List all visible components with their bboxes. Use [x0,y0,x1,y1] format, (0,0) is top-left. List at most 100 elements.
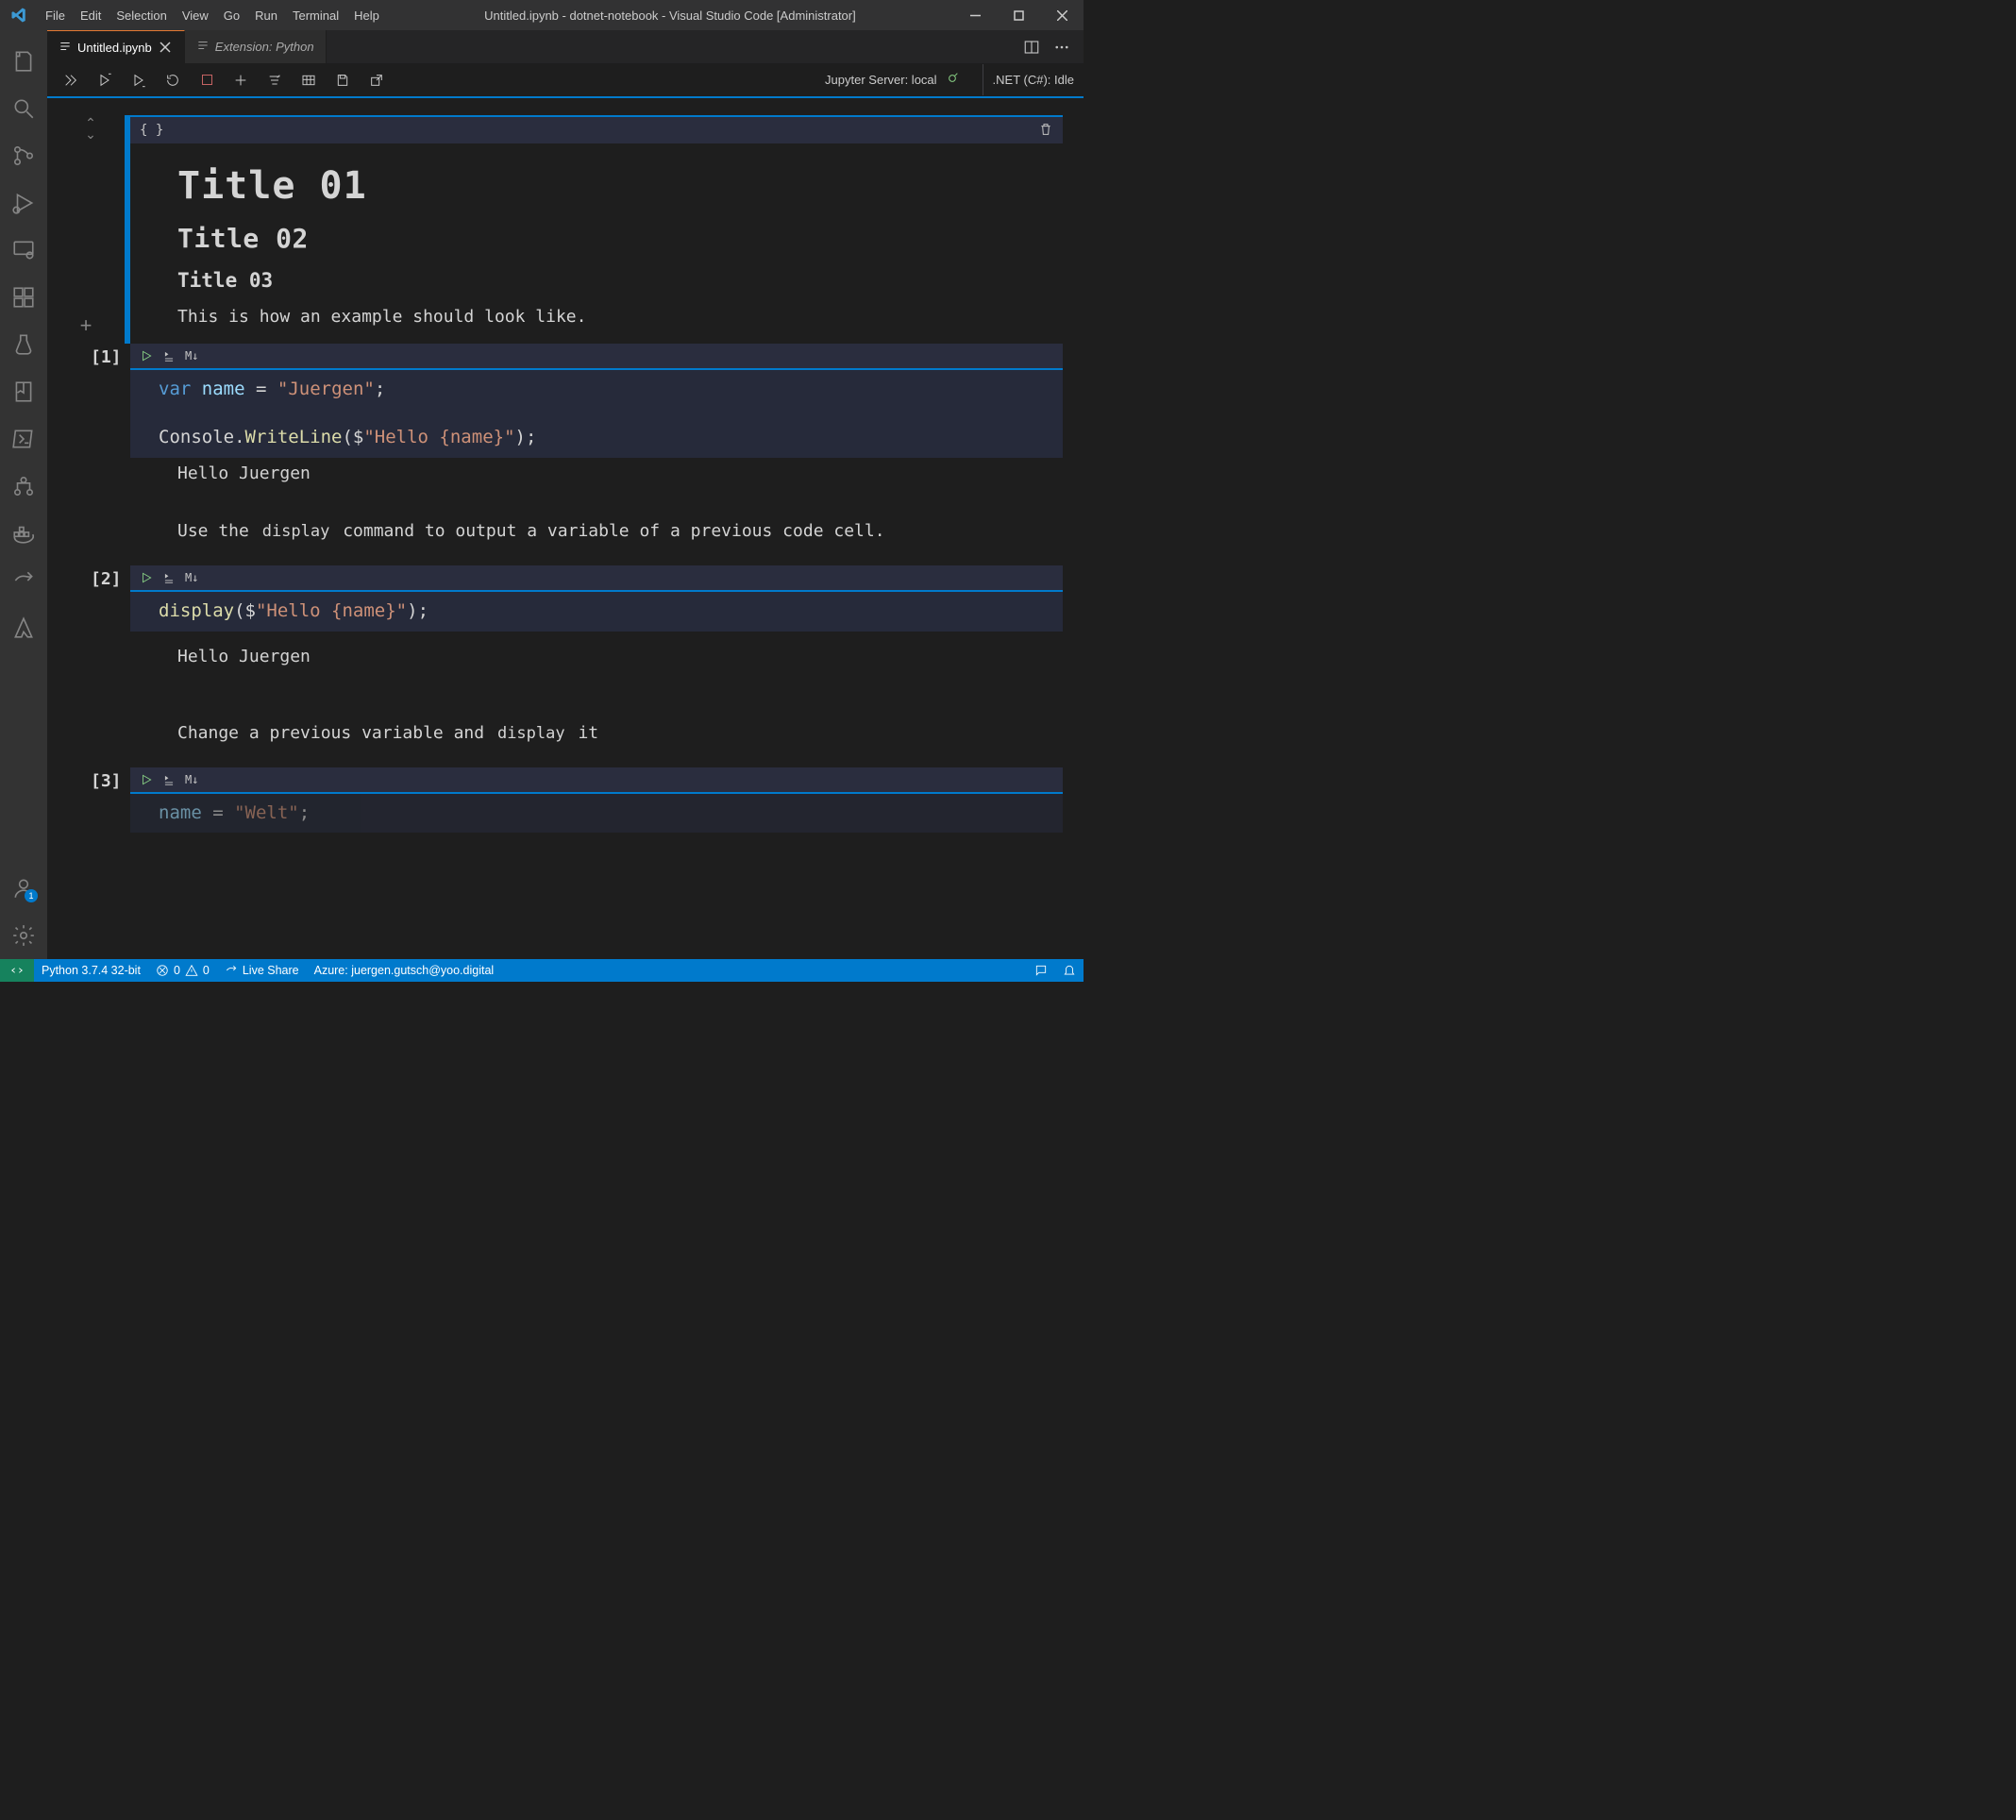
cell-toolbar: [1] M↓ [130,344,1063,370]
menu-terminal[interactable]: Terminal [285,3,346,28]
cell-output: Hello Juergen [130,632,1063,714]
code-input[interactable]: var name = "Juergen"; Console.WriteLine(… [130,370,1063,458]
execution-count: [1] [91,347,122,367]
markdown-cell[interactable]: ⌃ ⌄ + { } Title 01 Title 02 [47,115,1084,344]
minimize-button[interactable] [953,0,997,30]
server-status-icon [945,71,960,89]
cell-output: Hello Juergen [130,458,1063,512]
file-icon [196,39,210,55]
menu-go[interactable]: Go [216,3,247,28]
code-input[interactable]: name = "Welt"; [130,794,1063,834]
markdown-toggle-icon[interactable]: M↓ [185,773,198,786]
docker-icon[interactable] [0,510,47,557]
explorer-icon[interactable] [0,38,47,85]
variable-viewer-icon[interactable] [298,70,319,91]
run-all-icon[interactable] [60,70,81,91]
tab-label: Untitled.ipynb [77,41,152,55]
menu-run[interactable]: Run [247,3,285,28]
kernel-status-label[interactable]: .NET (C#): Idle [993,73,1074,87]
add-cell-below-icon[interactable]: + [80,313,92,338]
run-by-line-icon[interactable] [162,349,176,362]
accounts-badge: 1 [25,889,38,902]
azure-account[interactable]: Azure: juergen.gutsch@yoo.digital [307,959,502,982]
window-title: Untitled.ipynb - dotnet-notebook - Visua… [387,8,953,23]
titlebar: File Edit Selection View Go Run Terminal… [0,0,1084,30]
notifications-icon[interactable] [1055,959,1084,982]
activity-bar: 1 [0,30,47,959]
remote-indicator[interactable] [0,959,34,982]
run-cell-icon[interactable] [140,773,153,786]
run-by-line-icon[interactable] [162,773,176,786]
run-debug-icon[interactable] [0,179,47,227]
tab-extension-python[interactable]: Extension: Python [185,30,327,63]
close-tab-icon[interactable] [158,40,173,55]
close-button[interactable] [1040,0,1084,30]
search-icon[interactable] [0,85,47,132]
tab-untitled-notebook[interactable]: Untitled.ipynb [47,30,185,63]
share-icon[interactable] [0,557,47,604]
settings-gear-icon[interactable] [0,912,47,959]
bookmarks-icon[interactable] [0,368,47,415]
run-by-line-icon[interactable] [162,571,176,584]
markdown-toggle-icon[interactable]: M↓ [185,571,198,584]
run-above-icon[interactable] [94,70,115,91]
run-cell-icon[interactable] [140,571,153,584]
run-below-icon[interactable] [128,70,149,91]
code-cell-3[interactable]: [3] M↓ name = "Welt"; [47,767,1084,834]
remote-explorer-icon[interactable] [0,227,47,274]
markdown-between: Use the display command to output a vari… [130,512,1063,565]
notebook-toolbar: Jupyter Server: local .NET (C#): Idle [47,64,1084,96]
maximize-button[interactable] [997,0,1040,30]
interrupt-kernel-icon[interactable] [196,70,217,91]
file-icon [59,40,72,56]
accounts-icon[interactable]: 1 [0,865,47,912]
extensions-icon[interactable] [0,274,47,321]
main-menu: File Edit Selection View Go Run Terminal… [38,3,387,28]
cell-toolbar: [3] M↓ [130,767,1063,794]
window-controls [953,0,1084,30]
code-cell-2[interactable]: [2] M↓ display($"Hello {name}"); Hello J… [47,565,1084,767]
code-cell-1[interactable]: [1] M↓ var name = "Juergen"; Console.Wri… [47,344,1084,565]
powershell-icon[interactable] [0,415,47,463]
split-editor-icon[interactable] [1021,37,1042,58]
clear-outputs-icon[interactable] [264,70,285,91]
vscode-logo-icon [8,4,30,26]
problems-indicator[interactable]: 0 0 [148,959,217,982]
menu-help[interactable]: Help [346,3,387,28]
restart-kernel-icon[interactable] [162,70,183,91]
notebook-body[interactable]: ⌃ ⌄ + { } Title 01 Title 02 [47,98,1084,959]
fold-down-icon[interactable]: ⌄ [85,128,96,140]
menu-file[interactable]: File [38,3,73,28]
source-control-icon[interactable] [0,132,47,179]
more-actions-icon[interactable] [1051,37,1072,58]
execution-count: [2] [91,569,122,589]
menu-selection[interactable]: Selection [109,3,174,28]
run-cell-icon[interactable] [140,349,153,362]
feedback-icon[interactable] [1027,959,1055,982]
delete-cell-icon[interactable] [1038,122,1053,140]
tab-label: Extension: Python [215,40,314,54]
code-input[interactable]: display($"Hello {name}"); [130,592,1063,632]
add-cell-icon[interactable] [230,70,251,91]
python-interpreter[interactable]: Python 3.7.4 32-bit [34,959,148,982]
menu-edit[interactable]: Edit [73,3,109,28]
references-icon[interactable] [0,463,47,510]
testing-icon[interactable] [0,321,47,368]
export-icon[interactable] [366,70,387,91]
menu-view[interactable]: View [175,3,216,28]
markdown-h3: Title 03 [177,269,1063,292]
cell-type-icon[interactable]: { } [140,123,163,138]
jupyter-server-label[interactable]: Jupyter Server: local [825,73,937,87]
save-icon[interactable] [332,70,353,91]
markdown-paragraph: This is how an example should look like. [177,307,1063,327]
azure-icon[interactable] [0,604,47,651]
cell-toolbar: [2] M↓ [130,565,1063,592]
live-share[interactable]: Live Share [217,959,307,982]
markdown-h1: Title 01 [177,164,1063,208]
status-bar: Python 3.7.4 32-bit 0 0 Live Share Azure… [0,959,1084,982]
execution-count: [3] [91,771,122,791]
markdown-h2: Title 02 [177,223,1063,254]
markdown-between: Change a previous variable and display i… [130,714,1063,767]
markdown-toggle-icon[interactable]: M↓ [185,349,198,362]
editor-tabs: Untitled.ipynb Extension: Python [47,30,1084,64]
